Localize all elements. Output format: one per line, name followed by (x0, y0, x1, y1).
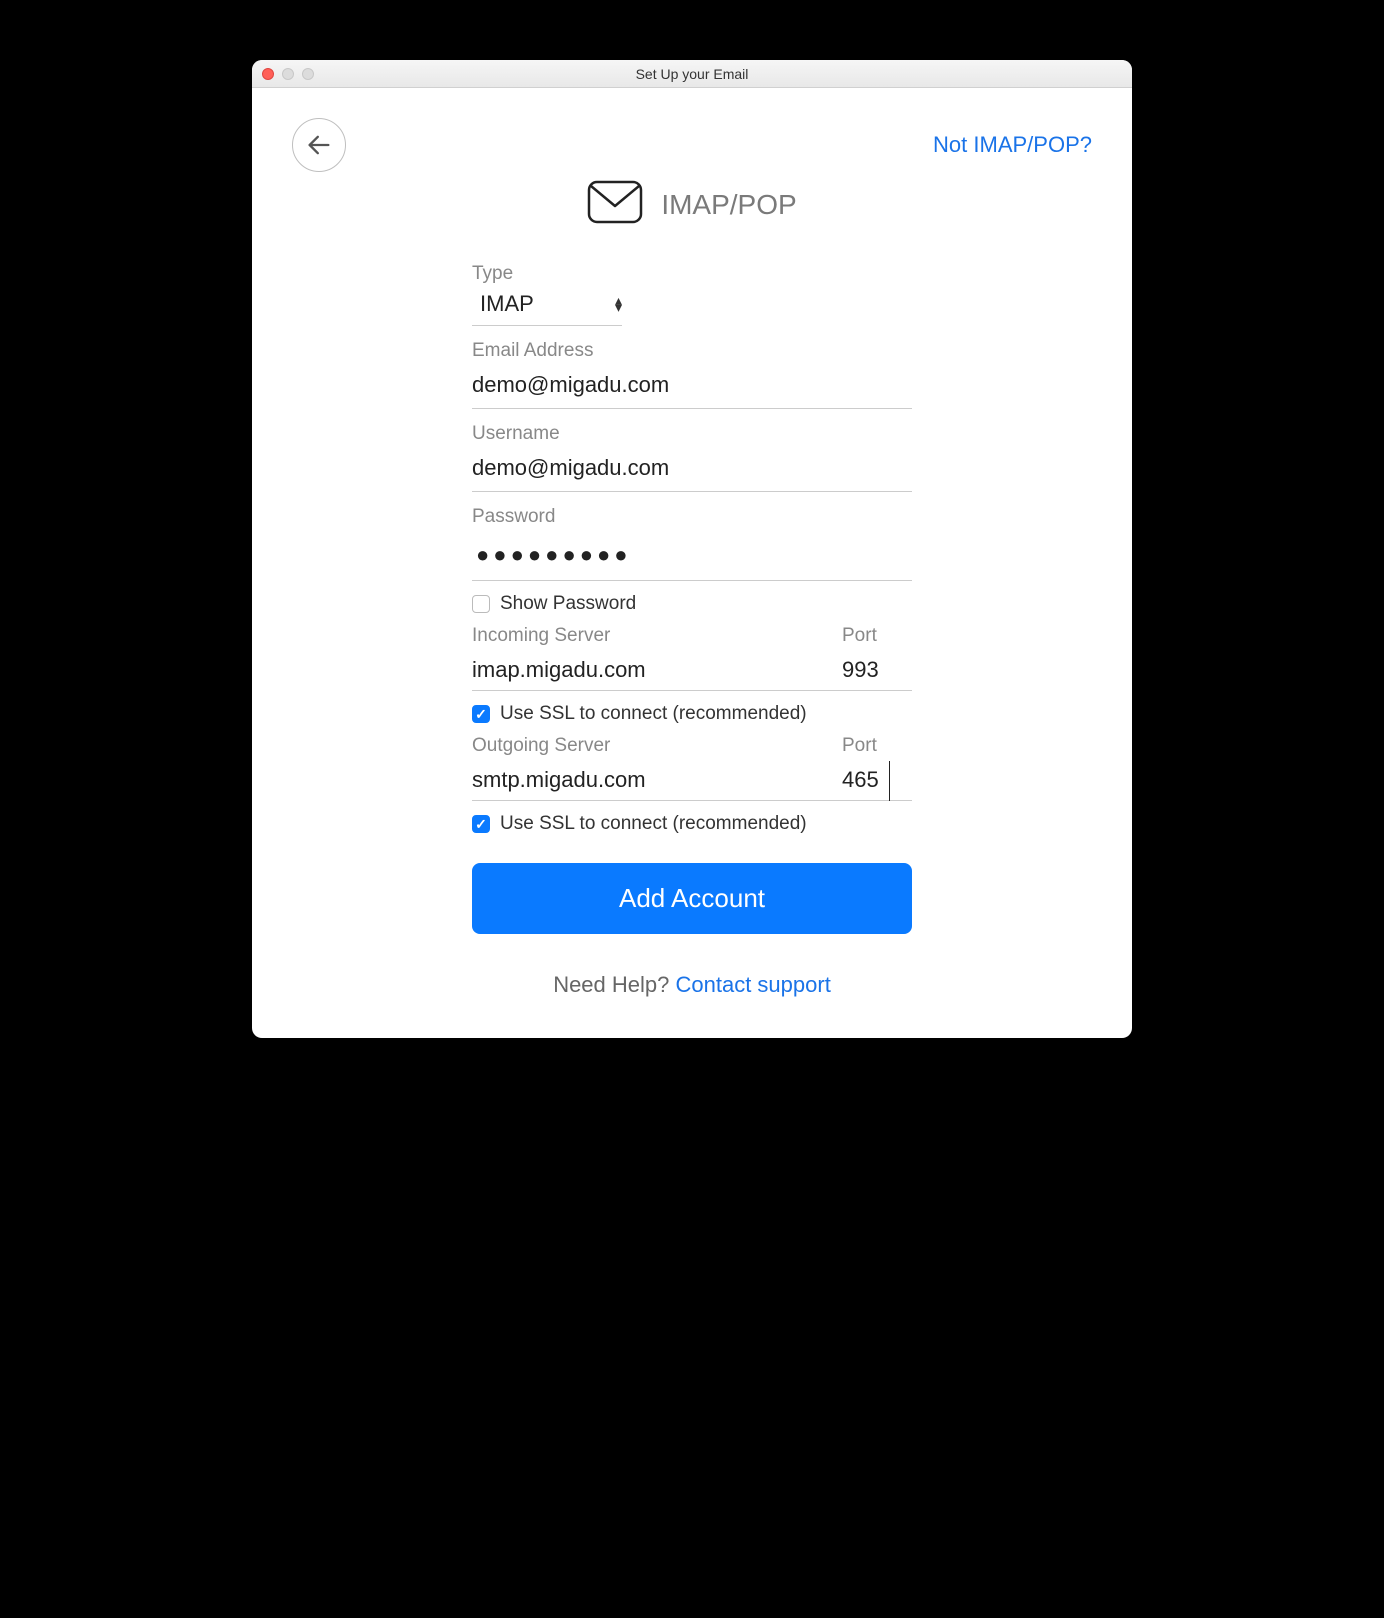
outgoing-server-label: Outgoing Server (472, 735, 822, 757)
outgoing-port-input[interactable] (842, 761, 890, 801)
email-address-input[interactable] (472, 366, 912, 409)
outgoing-ssl-label: Use SSL to connect (recommended) (500, 813, 807, 835)
titlebar: Set Up your Email (252, 60, 1132, 88)
close-window-button[interactable] (262, 68, 274, 80)
top-row: Not IMAP/POP? (292, 118, 1092, 172)
content: Not IMAP/POP? IMAP/POP Type IMAP ▴▾ Emai… (252, 88, 1132, 1038)
footer: Need Help? Contact support (472, 972, 912, 998)
form: Type IMAP ▴▾ Email Address Username Pass… (472, 263, 912, 998)
password-label: Password (472, 506, 912, 528)
username-label: Username (472, 423, 912, 445)
header: IMAP/POP (292, 180, 1092, 229)
incoming-ssl-row: Use SSL to connect (recommended) (472, 703, 912, 725)
password-input[interactable]: ●●●●●●●●● (472, 532, 912, 581)
outgoing-port-label: Port (842, 735, 912, 757)
type-label: Type (472, 263, 912, 285)
mail-icon (587, 180, 643, 229)
incoming-ssl-label: Use SSL to connect (recommended) (500, 703, 807, 725)
dialog-window: Set Up your Email Not IMAP/POP? IMAP/POP (252, 60, 1132, 1038)
outgoing-ssl-row: Use SSL to connect (recommended) (472, 813, 912, 835)
outgoing-ssl-checkbox[interactable] (472, 815, 490, 833)
need-help-text: Need Help? (553, 972, 675, 997)
window-title: Set Up your Email (262, 66, 1122, 82)
contact-support-link[interactable]: Contact support (676, 972, 831, 997)
type-select[interactable]: IMAP ▴▾ (472, 289, 622, 326)
show-password-row: Show Password (472, 593, 912, 615)
show-password-label: Show Password (500, 593, 636, 615)
username-input[interactable] (472, 449, 912, 492)
incoming-port-label: Port (842, 625, 912, 647)
minimize-window-button[interactable] (282, 68, 294, 80)
updown-icon: ▴▾ (615, 297, 622, 311)
arrow-left-icon (305, 131, 333, 159)
add-account-button[interactable]: Add Account (472, 863, 912, 934)
protocol-label: IMAP/POP (661, 189, 796, 221)
incoming-ssl-checkbox[interactable] (472, 705, 490, 723)
back-button[interactable] (292, 118, 346, 172)
maximize-window-button[interactable] (302, 68, 314, 80)
outgoing-server-input[interactable] (472, 761, 822, 801)
incoming-server-input[interactable] (472, 651, 822, 691)
window-controls (262, 68, 314, 80)
incoming-server-label: Incoming Server (472, 625, 822, 647)
type-value: IMAP (472, 291, 534, 317)
email-address-label: Email Address (472, 340, 912, 362)
outgoing-row: Outgoing Server Port (472, 725, 912, 801)
show-password-checkbox[interactable] (472, 595, 490, 613)
not-imap-pop-link[interactable]: Not IMAP/POP? (933, 132, 1092, 158)
incoming-row: Incoming Server Port (472, 615, 912, 691)
incoming-port-input[interactable] (842, 651, 912, 691)
